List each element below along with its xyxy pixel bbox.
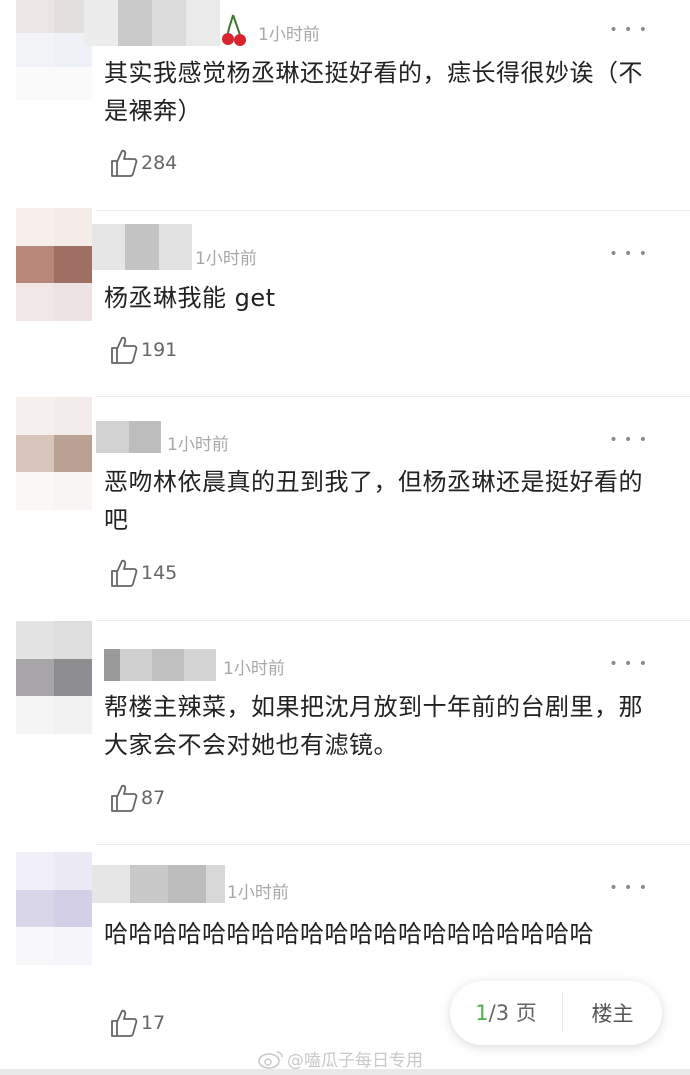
comment-text: 杨丞琳我能 get [104,284,276,312]
comment-time: 1小时前 [227,883,289,903]
more-dots-icon[interactable] [609,428,648,449]
comment-text: 恶吻林依晨真的丑到我了，但杨丞琳还是挺好看的吧 [104,468,643,534]
current-page: 1 [475,1001,489,1025]
thumbs-up-icon [111,559,138,587]
like-count: 87 [141,787,166,809]
comment-item: 1小时前 杨丞琳我能 get 191 [0,208,690,396]
page-indicator[interactable]: 1/3 页 [450,993,563,1033]
like-button[interactable]: 284 [110,148,177,178]
avatar[interactable] [16,852,92,965]
total-pages: /3 页 [488,1001,537,1025]
username-blurred[interactable] [84,0,220,46]
comment-text: 哈哈哈哈哈哈哈哈哈哈哈哈哈哈哈哈哈哈哈哈 [104,920,594,948]
avatar[interactable] [16,208,92,321]
like-count: 17 [141,1012,166,1034]
avatar[interactable] [16,621,92,734]
thumbs-up-icon [111,149,138,177]
username-blurred[interactable] [104,649,216,681]
comment-time: 1小时前 [195,249,257,269]
like-count: 284 [141,152,178,174]
comment-item: 1小时前 帮楼主辣菜，如果把沈月放到十年前的台剧里，那大家会不会对她也有滤镜。 … [0,621,690,844]
more-dots-icon[interactable] [609,242,648,263]
comment-item: 1小时前 恶吻林依晨真的丑到我了，但杨丞琳还是挺好看的吧 145 [0,397,690,620]
weibo-logo-icon [258,1050,283,1069]
thumbs-up-icon [111,336,138,364]
avatar[interactable] [16,397,92,510]
more-dots-icon[interactable] [609,652,648,673]
comment-text: 帮楼主辣菜，如果把沈月放到十年前的台剧里，那大家会不会对她也有滤镜。 [104,693,643,759]
comment-time: 1小时前 [258,25,320,45]
comment-time: 1小时前 [167,435,229,455]
comment-item: 1小时前 其实我感觉杨丞琳还挺好看的，痣长得很妙诶（不是裸奔） 284 [0,0,690,210]
only-owner-button[interactable]: 楼主 [563,998,662,1028]
more-dots-icon[interactable] [609,18,648,39]
watermark-text: @嗑瓜子每日专用 [287,1051,423,1071]
username-blurred[interactable] [92,224,192,270]
like-count: 145 [141,562,178,584]
bottom-bar [0,1069,690,1075]
like-button[interactable]: 17 [110,1008,165,1038]
thumbs-up-icon [111,1009,138,1037]
cherry-icon [222,14,246,46]
page-navigator: 1/3 页 楼主 [450,981,662,1045]
avatar[interactable] [16,0,92,100]
comment-text: 其实我感觉杨丞琳还挺好看的，痣长得很妙诶（不是裸奔） [104,59,643,125]
like-button[interactable]: 191 [110,335,177,365]
comment-time: 1小时前 [223,659,285,679]
watermark: @嗑瓜子每日专用 [258,1046,423,1071]
more-dots-icon[interactable] [609,876,648,897]
thumbs-up-icon [111,784,138,812]
like-count: 191 [141,339,178,361]
username-blurred[interactable] [92,865,225,903]
like-button[interactable]: 87 [110,783,165,813]
username-blurred[interactable] [96,421,161,453]
like-button[interactable]: 145 [110,558,177,588]
